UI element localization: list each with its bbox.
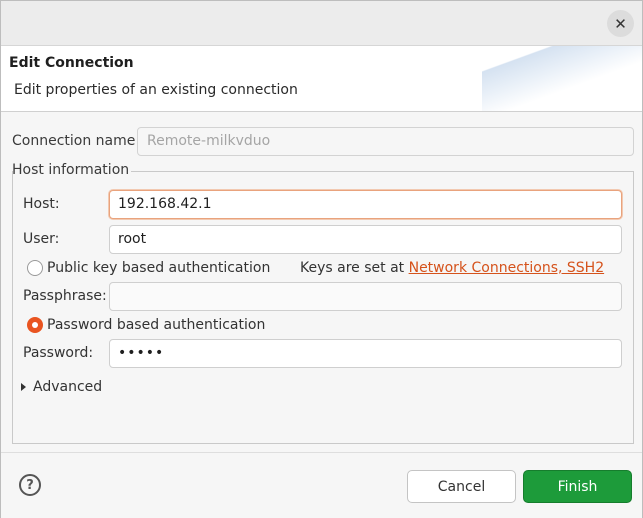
page-subtitle: Edit properties of an existing connectio… <box>14 82 298 98</box>
header-banner <box>482 46 642 111</box>
password-auth-radio[interactable] <box>27 317 43 333</box>
connection-name-label: Connection name: <box>12 133 141 149</box>
network-connections-link[interactable]: Network Connections, SSH2 <box>409 260 605 276</box>
keys-note-text: Keys are set at <box>300 260 409 276</box>
host-information-label: Host information <box>12 162 130 178</box>
password-input[interactable]: ••••• <box>109 339 622 368</box>
passphrase-label: Passphrase: <box>23 288 107 304</box>
connection-name-field: Remote-milkvduo <box>137 127 634 156</box>
password-label: Password: <box>23 345 94 361</box>
user-label: User: <box>23 231 60 247</box>
advanced-expand-icon[interactable] <box>21 383 26 391</box>
close-button[interactable]: ✕ <box>607 10 634 37</box>
edit-connection-dialog: ✕ Edit Connection Edit properties of an … <box>0 0 643 518</box>
keys-note: Keys are set at Network Connections, SSH… <box>300 260 604 276</box>
public-key-auth-label: Public key based authentication <box>47 260 271 276</box>
cancel-button[interactable]: Cancel <box>407 470 516 503</box>
advanced-toggle[interactable]: Advanced <box>33 379 102 395</box>
password-auth-label: Password based authentication <box>47 317 266 333</box>
close-icon: ✕ <box>614 14 627 33</box>
passphrase-input[interactable] <box>109 282 622 311</box>
title-bar: ✕ <box>1 1 642 46</box>
host-input[interactable]: 192.168.42.1 <box>109 190 622 219</box>
user-input[interactable]: root <box>109 225 622 254</box>
group-border-top <box>131 171 634 172</box>
host-label: Host: <box>23 196 60 212</box>
help-icon[interactable]: ? <box>19 474 41 496</box>
page-title: Edit Connection <box>9 55 134 71</box>
finish-button[interactable]: Finish <box>523 470 632 503</box>
public-key-auth-radio[interactable] <box>27 260 43 276</box>
dialog-header: Edit Connection Edit properties of an ex… <box>1 46 642 112</box>
